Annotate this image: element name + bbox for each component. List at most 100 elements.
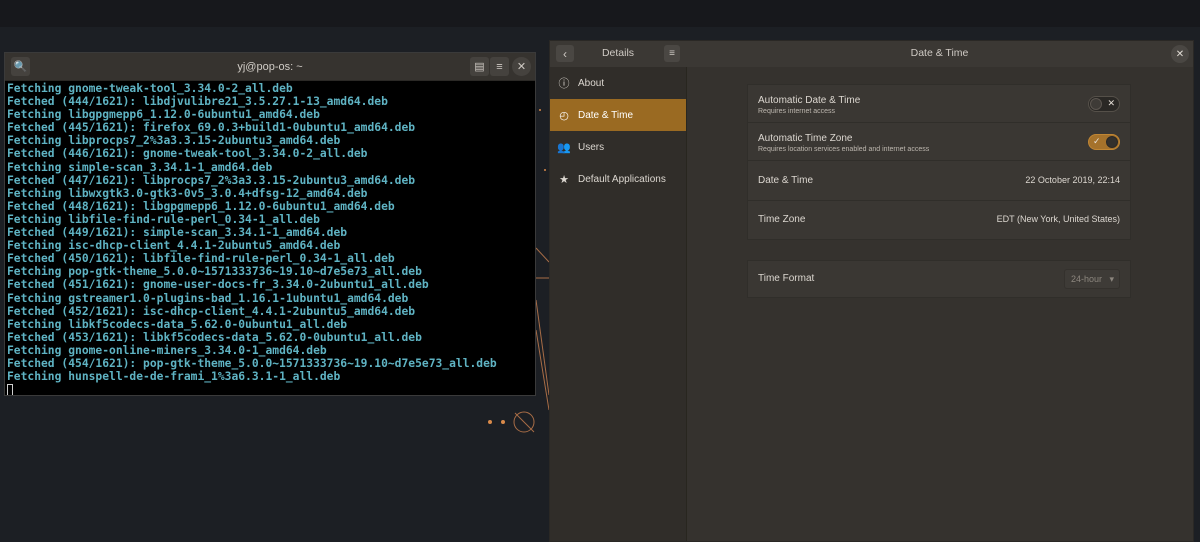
terminal-line: Fetching gstreamer1.0-plugins-bad_1.16.1… <box>7 292 533 305</box>
sidebar-item-users[interactable]: 👥 Users <box>550 131 686 163</box>
terminal-line-package: libgpgmepp6_1.12.0-6ubuntu1_amd64.deb <box>136 199 395 213</box>
settings-window: ‹ Details ≡ Date & Time ✕ ⓘ About ◴ Date… <box>549 40 1194 542</box>
terminal-line-status: Fetching <box>7 82 62 95</box>
hamburger-menu-icon: ≡ <box>669 48 675 59</box>
terminal-line: Fetched (445/1621): firefox_69.0.3+build… <box>7 121 533 134</box>
clock-icon: ◴ <box>559 109 569 122</box>
sidebar: ⓘ About ◴ Date & Time 👥 Users ★ Default … <box>550 67 687 541</box>
terminal-line-status: Fetched (451/1621): <box>7 278 137 292</box>
terminal-line-status: Fetched (444/1621): <box>7 95 137 109</box>
terminal-line-package: gnome-user-docs-fr_3.34.0-2ubuntu1_all.d… <box>136 278 429 292</box>
terminal-line: Fetched (448/1621): libgpgmepp6_1.12.0-6… <box>7 200 533 213</box>
terminal-line-status: Fetching <box>7 186 62 200</box>
terminal-cursor <box>7 384 13 395</box>
terminal-line-status: Fetching <box>7 317 62 331</box>
terminal-line-package: gnome-tweak-tool_3.34.0-2_all.deb <box>61 82 293 95</box>
settings-header: ‹ Details ≡ Date & Time ✕ <box>550 41 1193 68</box>
terminal-line-package: isc-dhcp-client_4.4.1-2ubuntu5_amd64.deb <box>136 304 416 318</box>
terminal-line: Fetching simple-scan_3.34.1-1_amd64.deb <box>7 161 533 174</box>
auto-time-zone-label: Automatic Time Zone <box>758 133 853 144</box>
dropdown-arrow-icon: ▾ <box>1109 273 1114 284</box>
sidebar-item-about[interactable]: ⓘ About <box>550 67 686 99</box>
terminal-line-package: libgpgmepp6_1.12.0-6ubuntu1_amd64.deb <box>61 108 320 122</box>
terminal-header: 🔍 yj@pop-os: ~ ▤ ≡ ✕ <box>5 53 535 81</box>
terminal-line-status: Fetching <box>7 291 62 305</box>
terminal-line-status: Fetching <box>7 134 62 148</box>
close-icon: ✕ <box>1175 48 1185 60</box>
terminal-line-package: libkf5codecs-data_5.62.0-0ubuntu1_all.de… <box>61 317 348 331</box>
terminal-line-package: libprocps7_2%3a3.3.15-2ubuntu3_amd64.deb <box>136 173 416 187</box>
terminal-window[interactable]: 🔍 yj@pop-os: ~ ▤ ≡ ✕ Fetching gnome-twea… <box>4 52 536 396</box>
terminal-line: Fetching libkf5codecs-data_5.62.0-0ubunt… <box>7 318 533 331</box>
close-button[interactable]: ✕ <box>1171 45 1189 63</box>
terminal-prompt-line[interactable] <box>7 383 533 395</box>
time-format-label: Time Format <box>758 273 815 284</box>
terminal-line: Fetched (449/1621): simple-scan_3.34.1-1… <box>7 226 533 239</box>
terminal-line-status: Fetched (449/1621): <box>7 226 137 240</box>
terminal-line: Fetching pop-gtk-theme_5.0.0~1571333736~… <box>7 265 533 278</box>
search-icon[interactable]: 🔍 <box>11 57 30 76</box>
terminal-line: Fetching libprocps7_2%3a3.3.15-2ubuntu3_… <box>7 134 533 147</box>
terminal-line: Fetched (451/1621): gnome-user-docs-fr_3… <box>7 278 533 291</box>
terminal-line: Fetched (446/1621): gnome-tweak-tool_3.3… <box>7 147 533 160</box>
terminal-line-status: Fetching <box>7 239 62 253</box>
close-icon[interactable]: ✕ <box>512 57 531 76</box>
info-icon: ⓘ <box>558 78 570 90</box>
date-time-row[interactable]: Date & Time 22 October 2019, 22:14 <box>748 161 1130 201</box>
sidebar-item-label: About <box>578 77 605 89</box>
switch-off-icon: ✕ <box>1107 98 1115 108</box>
auto-time-zone-switch[interactable]: ✓ <box>1088 134 1120 150</box>
terminal-line: Fetching libwxgtk3.0-gtk3-0v5_3.0.4+dfsg… <box>7 187 533 200</box>
terminal-line: Fetched (450/1621): libfile-find-rule-pe… <box>7 252 533 265</box>
switch-knob <box>1106 136 1118 148</box>
terminal-line-status: Fetched (452/1621): <box>7 304 137 318</box>
terminal-line-package: libprocps7_2%3a3.3.15-2ubuntu3_amd64.deb <box>61 134 341 148</box>
terminal-line-package: pop-gtk-theme_5.0.0~1571333736~19.10~d7e… <box>61 265 422 279</box>
terminal-line-status: Fetching <box>7 108 62 122</box>
terminal-line: Fetched (452/1621): isc-dhcp-client_4.4.… <box>7 305 533 318</box>
terminal-line: Fetching isc-dhcp-client_4.4.1-2ubuntu5_… <box>7 239 533 252</box>
new-tab-icon[interactable]: ▤ <box>470 57 489 76</box>
content-area: Automatic Date & Time Requires internet … <box>687 67 1193 541</box>
terminal-line-package: libfile-find-rule-perl_0.34-1_all.deb <box>61 212 320 226</box>
time-format-value: 24-hour <box>1071 274 1103 284</box>
time-zone-row[interactable]: Time Zone EDT (New York, United States) <box>748 201 1130 239</box>
sidebar-item-default-applications[interactable]: ★ Default Applications <box>550 163 686 195</box>
terminal-line: Fetching gnome-online-miners_3.34.0-1_am… <box>7 344 533 357</box>
terminal-line-status: Fetched (447/1621): <box>7 173 137 187</box>
date-time-card: Automatic Date & Time Requires internet … <box>747 84 1131 240</box>
auto-time-zone-subtitle: Requires location services enabled and i… <box>758 146 930 153</box>
auto-date-time-subtitle: Requires internet access <box>758 108 836 115</box>
auto-date-time-row: Automatic Date & Time Requires internet … <box>748 85 1130 123</box>
switch-on-icon: ✓ <box>1093 136 1101 146</box>
terminal-title: yj@pop-os: ~ <box>237 60 303 73</box>
terminal-line-status: Fetched (448/1621): <box>7 199 137 213</box>
date-time-label: Date & Time <box>758 175 814 186</box>
terminal-line-package: libfile-find-rule-perl_0.34-1_all.deb <box>136 252 395 266</box>
switch-knob <box>1090 98 1102 110</box>
terminal-line: Fetched (444/1621): libdjvulibre21_3.5.2… <box>7 95 533 108</box>
terminal-line-package: isc-dhcp-client_4.4.1-2ubuntu5_amd64.deb <box>61 239 341 253</box>
time-zone-value: EDT (New York, United States) <box>996 214 1120 224</box>
auto-time-zone-row: Automatic Time Zone Requires location se… <box>748 123 1130 161</box>
time-zone-label: Time Zone <box>758 214 806 225</box>
terminal-output[interactable]: Fetching gnome-tweak-tool_3.34.0-2_all.d… <box>5 81 535 395</box>
terminal-line-package: libkf5codecs-data_5.62.0-0ubuntu1_all.de… <box>136 330 422 344</box>
terminal-line-package: simple-scan_3.34.1-1_amd64.deb <box>136 226 348 240</box>
users-icon: 👥 <box>557 141 571 154</box>
star-icon: ★ <box>559 173 569 186</box>
terminal-line-status: Fetched (454/1621): <box>7 356 137 370</box>
time-format-dropdown[interactable]: 24-hour ▾ <box>1064 269 1120 289</box>
terminal-line-status: Fetching <box>7 212 62 226</box>
date-time-value: 22 October 2019, 22:14 <box>1025 175 1120 185</box>
hamburger-menu-icon[interactable]: ≡ <box>490 57 509 76</box>
terminal-line-package: libwxgtk3.0-gtk3-0v5_3.0.4+dfsg-12_amd64… <box>61 186 368 200</box>
auto-date-time-switch[interactable]: ✕ <box>1088 96 1120 112</box>
terminal-line: Fetching libfile-find-rule-perl_0.34-1_a… <box>7 213 533 226</box>
sidebar-item-date-time[interactable]: ◴ Date & Time <box>550 99 686 131</box>
terminal-line-status: Fetching <box>7 370 62 384</box>
auto-date-time-label: Automatic Date & Time <box>758 95 861 106</box>
menu-button[interactable]: ≡ <box>664 45 680 62</box>
terminal-line: Fetched (454/1621): pop-gtk-theme_5.0.0~… <box>7 357 533 370</box>
terminal-line-package: libdjvulibre21_3.5.27.1-13_amd64.deb <box>136 95 388 109</box>
